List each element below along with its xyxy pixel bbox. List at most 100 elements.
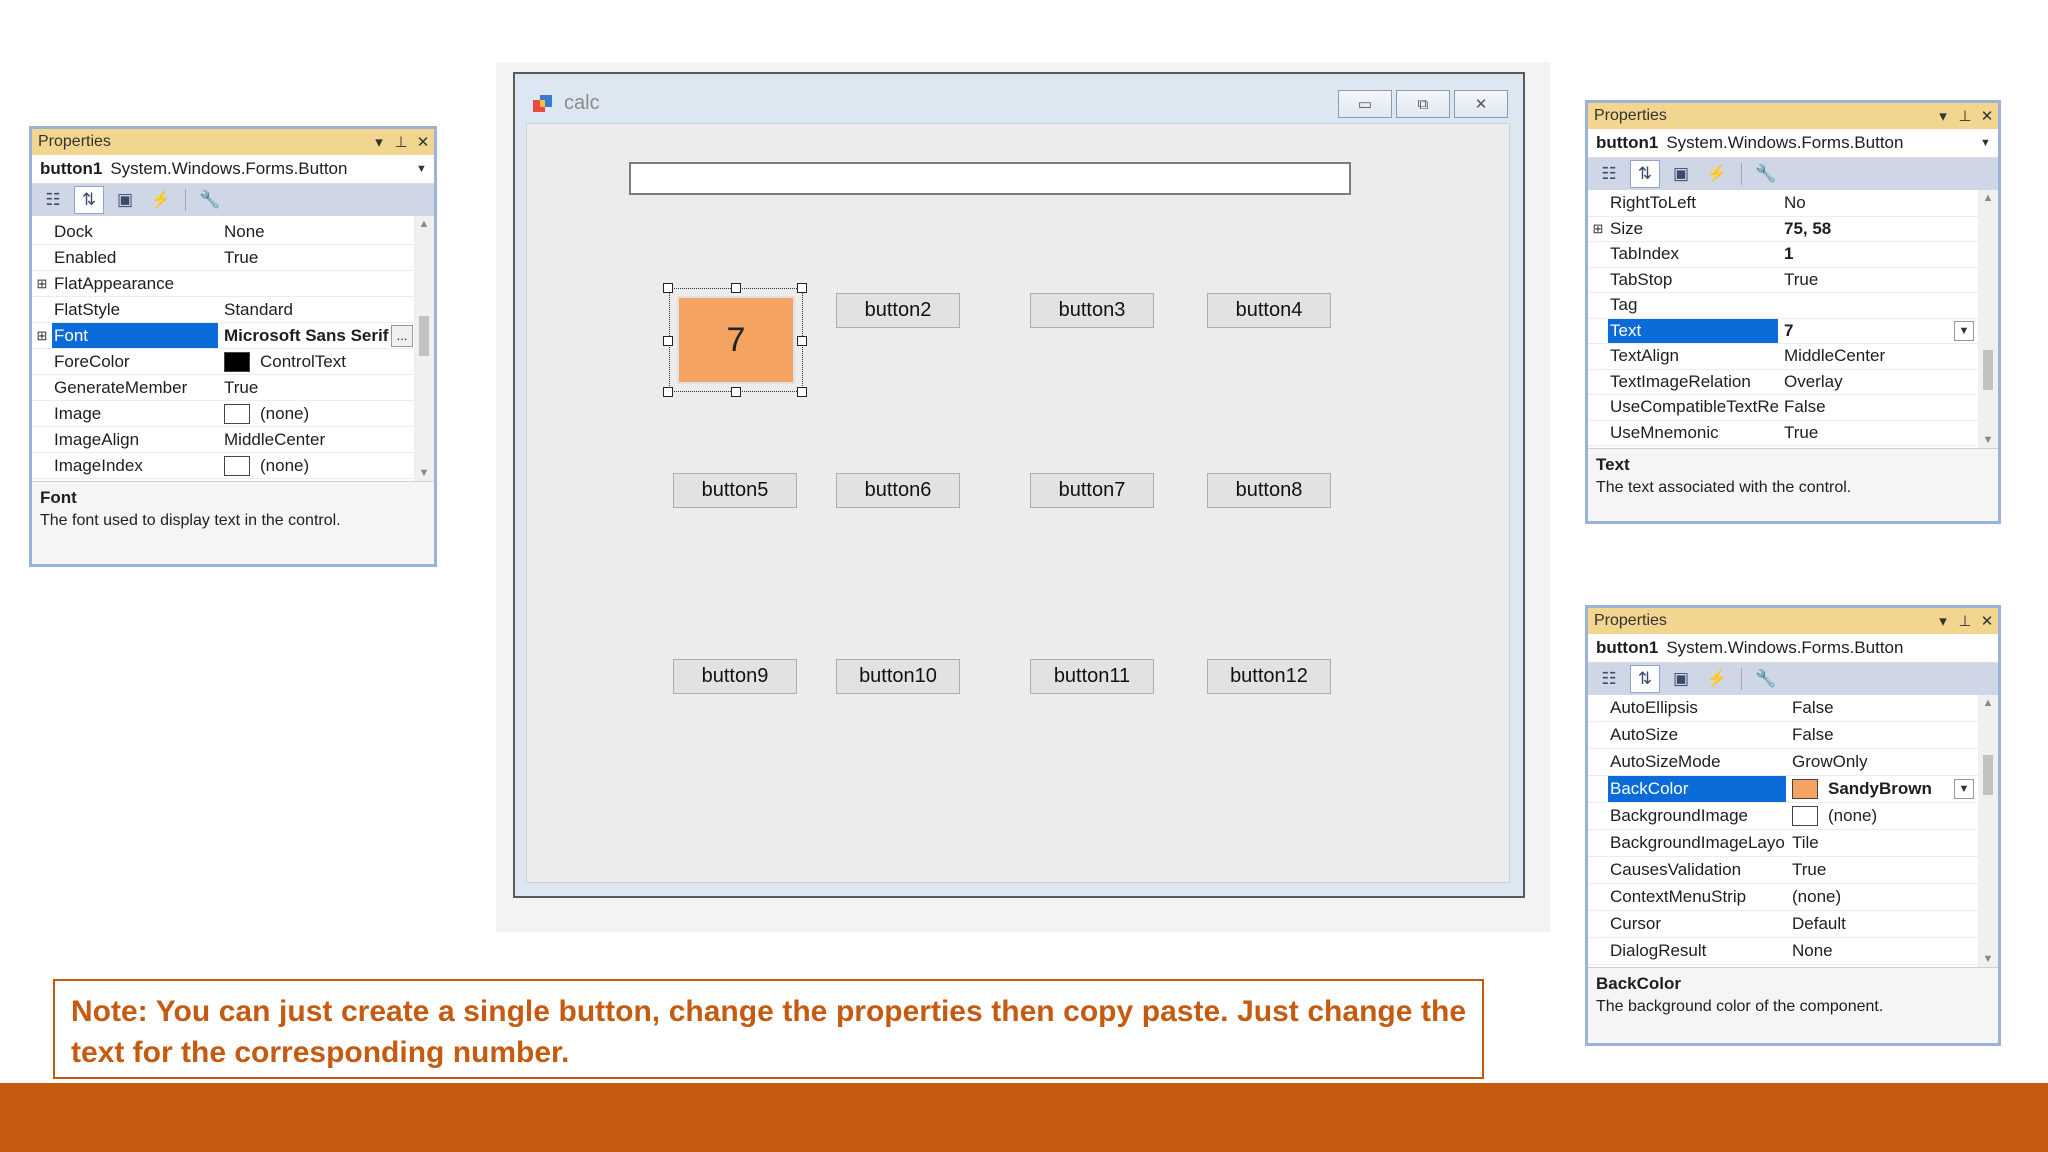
resize-handle[interactable] [731, 283, 741, 293]
button8[interactable]: button8 [1207, 473, 1331, 508]
close-icon[interactable]: ✕ [412, 133, 434, 151]
button2[interactable]: button2 [836, 293, 960, 328]
properties-icon[interactable]: ▣ [1666, 665, 1696, 693]
scroll-up-icon[interactable]: ▲ [1978, 697, 1998, 709]
property-row-image[interactable]: Image (none) [32, 401, 415, 427]
property-row-righttoleft[interactable]: RightToLeft No [1588, 191, 1978, 217]
categorized-icon[interactable]: ☷ [1594, 665, 1624, 693]
property-row-usemnemonic[interactable]: UseMnemonic True [1588, 421, 1978, 446]
property-row-backcolor[interactable]: BackColor SandyBrown ▼ [1588, 776, 1978, 803]
resize-handle[interactable] [663, 283, 673, 293]
alphabetical-icon[interactable]: ⇅ [74, 186, 104, 214]
scroll-down-icon[interactable]: ▼ [414, 467, 434, 479]
property-row-flatappearance[interactable]: ⊞ FlatAppearance [32, 271, 415, 297]
button7[interactable]: button7 [1030, 473, 1154, 508]
property-row-autoellipsis[interactable]: AutoEllipsis False [1588, 695, 1978, 722]
expand-icon[interactable]: ⊞ [32, 328, 52, 344]
property-row-forecolor[interactable]: ForeColor ControlText [32, 349, 415, 375]
property-row-cursor[interactable]: Cursor Default [1588, 911, 1978, 938]
button3[interactable]: button3 [1030, 293, 1154, 328]
object-selector[interactable]: button1 System.Windows.Forms.Button ▼ [32, 155, 434, 184]
button1[interactable]: 7 [677, 296, 795, 384]
dropdown-icon[interactable]: ▾ [1932, 107, 1954, 125]
scroll-down-icon[interactable]: ▼ [1978, 434, 1998, 446]
object-selector[interactable]: button1 System.Windows.Forms.Button [1588, 634, 1998, 663]
alphabetical-icon[interactable]: ⇅ [1630, 665, 1660, 693]
scrollbar[interactable]: ▲ ▼ [414, 216, 434, 481]
button9[interactable]: button9 [673, 659, 797, 694]
property-row-generatemember[interactable]: GenerateMember True [32, 375, 415, 401]
property-row-tag[interactable]: Tag [1588, 293, 1978, 319]
properties-icon[interactable]: ▣ [1666, 160, 1696, 188]
property-row-dock[interactable]: Dock None [32, 219, 415, 245]
button6[interactable]: button6 [836, 473, 960, 508]
button4[interactable]: button4 [1207, 293, 1331, 328]
property-pages-icon[interactable]: 🔧 [1751, 665, 1781, 693]
events-icon[interactable]: ⚡ [146, 186, 176, 214]
events-icon[interactable]: ⚡ [1702, 665, 1732, 693]
property-row-autosize[interactable]: AutoSize False [1588, 722, 1978, 749]
scroll-thumb[interactable] [1983, 350, 1993, 390]
button12[interactable]: button12 [1207, 659, 1331, 694]
property-row-backgroundimage[interactable]: BackgroundImage (none) [1588, 803, 1978, 830]
categorized-icon[interactable]: ☷ [38, 186, 68, 214]
property-row-font[interactable]: ⊞ Font Microsoft Sans Serif ... [32, 323, 415, 349]
button10[interactable]: button10 [836, 659, 960, 694]
property-value: Standard [224, 299, 293, 319]
object-selector[interactable]: button1 System.Windows.Forms.Button ▼ [1588, 129, 1998, 158]
resize-handle[interactable] [663, 336, 673, 346]
property-row-autosizemode[interactable]: AutoSizeMode GrowOnly [1588, 749, 1978, 776]
close-icon[interactable]: ✕ [1976, 107, 1998, 125]
property-row-backgroundimagelayout[interactable]: BackgroundImageLayout Tile [1588, 830, 1978, 857]
scroll-up-icon[interactable]: ▲ [414, 218, 434, 230]
property-row-textalign[interactable]: TextAlign MiddleCenter [1588, 344, 1978, 370]
chevron-down-icon[interactable]: ▼ [1954, 779, 1974, 799]
property-row-textimagerelation[interactable]: TextImageRelation Overlay [1588, 370, 1978, 395]
property-row-enabled[interactable]: Enabled True [32, 245, 415, 271]
chevron-down-icon[interactable]: ▼ [1954, 320, 1974, 341]
pin-icon[interactable]: ⊥ [1954, 612, 1976, 630]
property-row-tabindex[interactable]: TabIndex 1 [1588, 242, 1978, 268]
maximize-icon[interactable]: ⧉ [1396, 90, 1450, 118]
pin-icon[interactable]: ⊥ [390, 133, 412, 151]
ellipsis-button[interactable]: ... [391, 324, 413, 347]
scroll-down-icon[interactable]: ▼ [1978, 953, 1998, 965]
property-row-causesvalidation[interactable]: CausesValidation True [1588, 857, 1978, 884]
scroll-thumb[interactable] [419, 316, 429, 356]
property-row-usecompatibletextrendering[interactable]: UseCompatibleTextRen False [1588, 395, 1978, 421]
property-pages-icon[interactable]: 🔧 [1751, 160, 1781, 188]
properties-icon[interactable]: ▣ [110, 186, 140, 214]
scrollbar[interactable]: ▲ ▼ [1978, 695, 1998, 967]
expand-icon[interactable]: ⊞ [1588, 221, 1608, 237]
property-row-imageindex[interactable]: ImageIndex (none) [32, 453, 415, 479]
pin-icon[interactable]: ⊥ [1954, 107, 1976, 125]
categorized-icon[interactable]: ☷ [1594, 160, 1624, 188]
alphabetical-icon[interactable]: ⇅ [1630, 160, 1660, 188]
property-row-text[interactable]: Text 7 ▼ [1588, 318, 1978, 344]
minimize-icon[interactable]: ▭ [1338, 90, 1392, 118]
dropdown-icon[interactable]: ▾ [368, 133, 390, 151]
close-icon[interactable]: ✕ [1976, 612, 1998, 630]
close-icon[interactable]: ✕ [1454, 90, 1508, 118]
property-row-tabstop[interactable]: TabStop True [1588, 268, 1978, 293]
dropdown-icon[interactable]: ▾ [1932, 612, 1954, 630]
property-row-size[interactable]: ⊞ Size 75, 58 [1588, 217, 1978, 242]
property-pages-icon[interactable]: 🔧 [195, 186, 225, 214]
button5[interactable]: button5 [673, 473, 797, 508]
events-icon[interactable]: ⚡ [1702, 160, 1732, 188]
resize-handle[interactable] [797, 387, 807, 397]
property-row-imagealign[interactable]: ImageAlign MiddleCenter [32, 427, 415, 453]
scroll-thumb[interactable] [1983, 755, 1993, 795]
resize-handle[interactable] [731, 387, 741, 397]
property-row-dialogresult[interactable]: DialogResult None [1588, 938, 1978, 965]
button11[interactable]: button11 [1030, 659, 1154, 694]
display-textbox[interactable] [629, 162, 1351, 195]
resize-handle[interactable] [797, 336, 807, 346]
property-row-contextmenustrip[interactable]: ContextMenuStrip (none) [1588, 884, 1978, 911]
expand-icon[interactable]: ⊞ [32, 276, 52, 292]
scrollbar[interactable]: ▲ ▼ [1978, 190, 1998, 448]
resize-handle[interactable] [797, 283, 807, 293]
property-row-flatstyle[interactable]: FlatStyle Standard [32, 297, 415, 323]
resize-handle[interactable] [663, 387, 673, 397]
scroll-up-icon[interactable]: ▲ [1978, 192, 1998, 204]
